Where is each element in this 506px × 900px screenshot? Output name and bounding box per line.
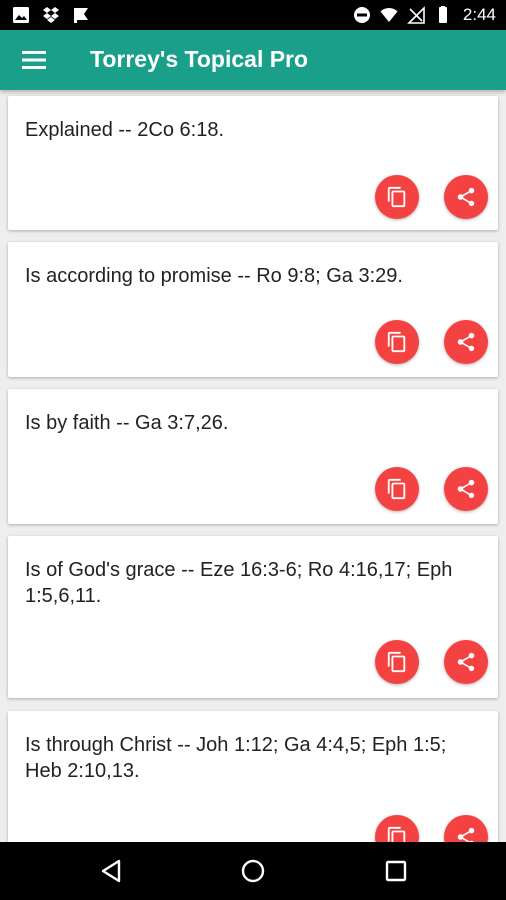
flag-icon <box>74 8 88 23</box>
status-bar: 2:44 <box>0 0 506 30</box>
do-not-disturb-icon <box>353 7 370 23</box>
share-icon <box>457 827 475 842</box>
share-button[interactable] <box>444 467 488 511</box>
copy-icon <box>387 331 406 353</box>
copy-button[interactable] <box>375 320 419 364</box>
image-icon <box>13 7 29 23</box>
copy-button[interactable] <box>375 175 419 219</box>
wifi-icon <box>380 7 398 22</box>
share-button[interactable] <box>444 815 488 842</box>
card-text: Is of God's grace -- Eze 16:3-6; Ro 4:16… <box>25 559 453 607</box>
share-icon <box>457 479 475 499</box>
menu-icon[interactable] <box>20 48 48 72</box>
share-icon <box>457 652 475 672</box>
copy-button[interactable] <box>375 815 419 842</box>
copy-icon <box>387 186 406 208</box>
card-text: Is by faith -- Ga 3:7,26. <box>25 412 229 434</box>
list-item: Is through Christ -- Joh 1:12; Ga 4:4,5;… <box>8 711 498 842</box>
app-title: Torrey's Topical Pro <box>90 46 309 72</box>
copy-icon <box>387 826 406 842</box>
status-time: 2:44 <box>462 5 496 24</box>
app-bar: Torrey's Topical Pro <box>0 30 506 90</box>
dropbox-icon <box>43 7 59 23</box>
copy-button[interactable] <box>375 640 419 684</box>
card-text: Is through Christ -- Joh 1:12; Ga 4:4,5;… <box>25 734 447 782</box>
list-item: Is by faith -- Ga 3:7,26. <box>8 389 498 524</box>
back-icon[interactable] <box>97 856 127 886</box>
navigation-bar <box>0 842 506 900</box>
share-button[interactable] <box>444 320 488 364</box>
battery-icon <box>438 6 447 23</box>
home-icon[interactable] <box>238 856 268 886</box>
copy-icon <box>387 478 406 500</box>
recents-icon[interactable] <box>381 856 411 886</box>
copy-button[interactable] <box>375 467 419 511</box>
card-text: Is according to promise -- Ro 9:8; Ga 3:… <box>25 265 403 287</box>
share-button[interactable] <box>444 175 488 219</box>
share-icon <box>457 332 475 352</box>
topic-list[interactable]: Explained -- 2Co 6:18. Is according to p… <box>0 90 506 842</box>
no-signal-icon <box>406 6 425 24</box>
list-item: Explained -- 2Co 6:18. <box>8 96 498 230</box>
share-button[interactable] <box>444 640 488 684</box>
share-icon <box>457 187 475 207</box>
copy-icon <box>387 651 406 673</box>
list-item: Is of God's grace -- Eze 16:3-6; Ro 4:16… <box>8 536 498 698</box>
list-item: Is according to promise -- Ro 9:8; Ga 3:… <box>8 242 498 377</box>
card-text: Explained -- 2Co 6:18. <box>25 119 225 141</box>
